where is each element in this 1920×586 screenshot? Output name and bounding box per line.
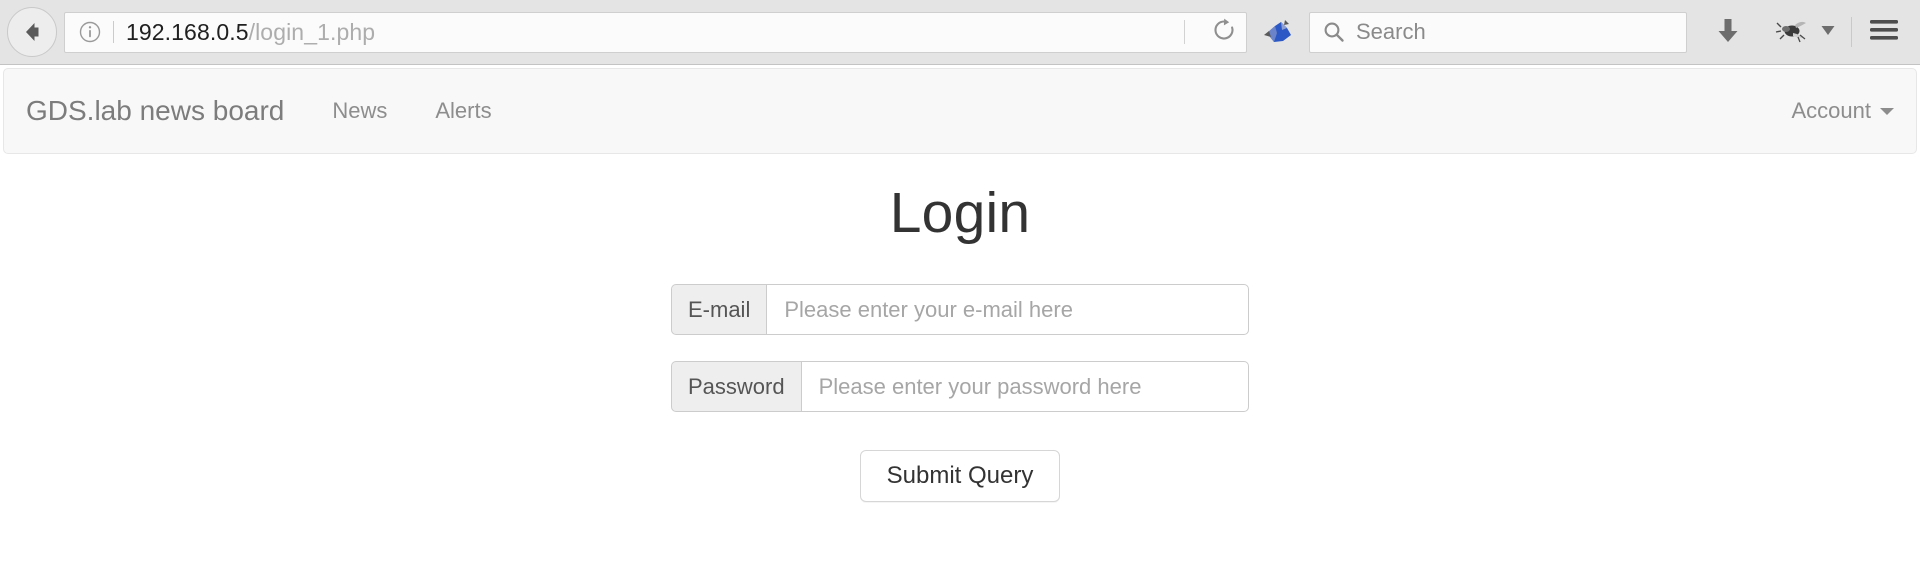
- page-content: Login E-mail Password Submit Query: [0, 155, 1920, 586]
- page-title: Login: [889, 181, 1031, 245]
- login-form: E-mail Password Submit Query: [0, 284, 1920, 502]
- email-field-group: E-mail: [671, 284, 1249, 335]
- site-navbar: GDS.lab news board News Alerts Account: [3, 68, 1917, 154]
- nav-link-alerts[interactable]: Alerts: [435, 98, 491, 124]
- flash-plugin-icon[interactable]: [1257, 12, 1299, 52]
- hamburger-menu-icon: [1868, 17, 1900, 48]
- url-bar[interactable]: 192.168.0.5/login_1.php: [64, 11, 1247, 53]
- menu-button[interactable]: [1856, 8, 1912, 56]
- url-path: /login_1.php: [248, 18, 376, 45]
- toolbar-divider: [1851, 17, 1852, 47]
- password-field-label: Password: [671, 361, 801, 412]
- submit-query-button[interactable]: Submit Query: [859, 450, 1061, 502]
- search-bar[interactable]: [1309, 11, 1687, 53]
- navbar-brand[interactable]: GDS.lab news board: [26, 95, 284, 127]
- bug-icon: [1775, 17, 1809, 48]
- browser-toolbar: 192.168.0.5/login_1.php: [0, 0, 1920, 65]
- account-dropdown[interactable]: Account: [1791, 98, 1894, 124]
- url-divider: [113, 21, 114, 43]
- password-field-group: Password: [671, 361, 1249, 412]
- url-text: 192.168.0.5/login_1.php: [126, 19, 375, 46]
- url-host: 192.168.0.5: [126, 18, 249, 45]
- back-arrow-icon: [17, 17, 47, 47]
- download-button[interactable]: [1701, 8, 1755, 56]
- account-label: Account: [1791, 98, 1872, 123]
- download-arrow-icon: [1714, 15, 1742, 50]
- email-field-label: E-mail: [671, 284, 767, 335]
- bug-dropdown-button[interactable]: [1815, 10, 1841, 54]
- chevron-down-icon: [1819, 21, 1837, 44]
- search-input[interactable]: [1356, 19, 1656, 45]
- url-bar-actions: [1184, 13, 1246, 52]
- back-button[interactable]: [7, 7, 57, 57]
- email-input[interactable]: [766, 284, 1249, 335]
- reload-button[interactable]: [1202, 13, 1246, 52]
- caret-down-icon: [1880, 107, 1894, 115]
- search-icon: [1322, 20, 1346, 44]
- reload-icon: [1211, 17, 1237, 48]
- nav-link-news[interactable]: News: [332, 98, 387, 124]
- bug-button[interactable]: [1769, 10, 1815, 54]
- url-action-divider: [1184, 20, 1185, 44]
- password-input[interactable]: [800, 361, 1249, 412]
- info-circle-icon[interactable]: [78, 20, 102, 44]
